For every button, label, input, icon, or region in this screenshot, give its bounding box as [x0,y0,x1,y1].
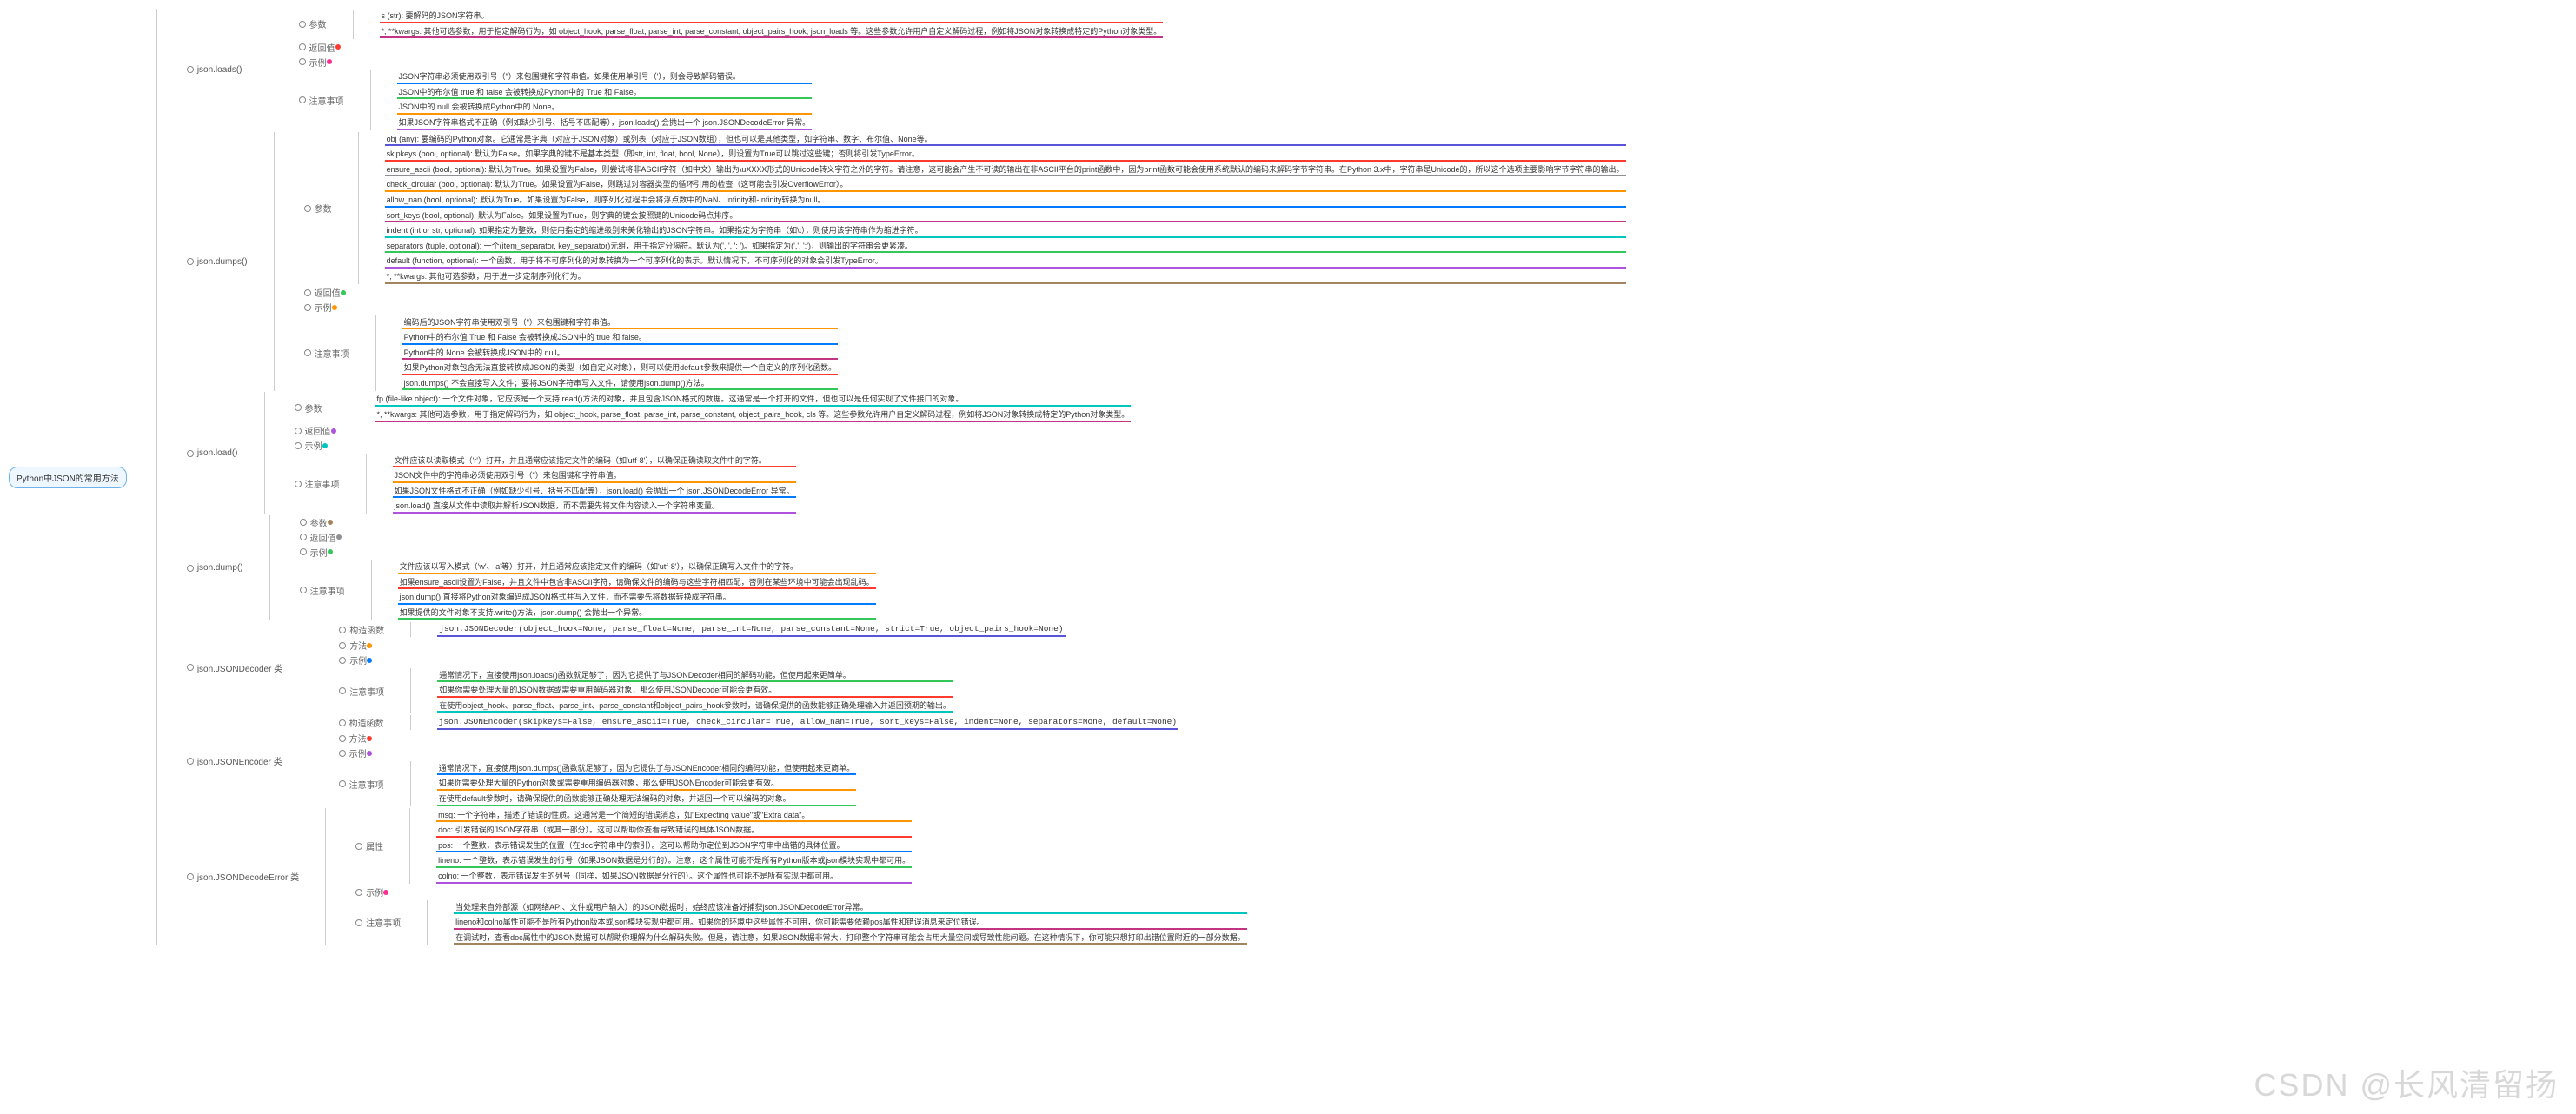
method-dump-label: json.dump() [197,563,243,573]
leaf: default (function, optional): 一个函数，用于将不可… [385,255,1626,269]
leaf: s (str): 要解码的JSON字符串。 [380,10,1164,23]
leaf: 当处理来自外部源（如网络API、文件或用户输入）的JSON数据时，始终应该准备好… [454,901,1247,915]
leaf: Python中的 None 会被转换成JSON中的 null。 [402,347,839,361]
leaf: 如果你需要处理大量的JSON数据或需要重用解码器对象，那么使用JSONDecod… [437,684,953,698]
class-decoder-label: json.JSONDecoder 类 [197,661,282,674]
mindmap-root: Python中JSON的常用方法 json.loads() 参数 s (str)… [9,9,2567,945]
method-loads-label: json.loads() [197,65,242,75]
method-load: json.load() 参数 fp (file-like object): 一个… [183,392,1626,514]
leaf: indent (int or str, optional): 如果指定为整数，则… [385,224,1626,238]
leaf: JSON字符串必须使用双引号（"）来包围键和字符串值。如果使用单引号（'），则会… [397,70,813,84]
class-error-label: json.JSONDecodeError 类 [197,870,299,883]
leaf: JSON文件中的字符串必须使用双引号（"）来包围键和字符串值。 [393,469,796,483]
leaf: 通常情况下，直接使用json.dumps()函数就足够了，因为它提供了与JSON… [437,762,857,776]
leaf: *, **kwargs: 其他可选参数，用于指定解码行为，如 object_ho… [380,25,1164,39]
leaf: 如果JSON字符串格式不正确（例如缺少引号、括号不匹配等），json.loads… [397,116,813,130]
leaf: 如果ensure_ascii设置为False，并且文件中包含非ASCII字符，请… [398,576,876,590]
leaf: lineno: 一个整数，表示错误发生的行号（如果JSON数据是分行的）。注意，… [436,854,912,868]
leaf: *, **kwargs: 其他可选参数，用于指定解码行为，如 object_ho… [375,408,1132,422]
leaf: lineno和colno属性可能不是所有Python版本或json模块实现中都可… [454,916,1247,930]
leaf: doc: 引发错误的JSON字符串（或其一部分）。这可以帮助你查看导致错误的具体… [436,824,912,838]
root-node: Python中JSON的常用方法 [9,467,127,488]
watermark: CSDN @长风清留扬 [2254,1060,2559,1105]
leaf: 如果你需要处理大量的Python对象或需要重用编码器对象，那么使用JSONEnc… [437,777,857,791]
method-dumps: json.dumps() 参数 obj (any): 要编码的Python对象。… [183,132,1626,392]
leaf: 如果提供的文件对象不支持.write()方法，json.dump() 会抛出一个… [398,607,876,620]
leaf: 在使用object_hook、parse_float、parse_int、par… [437,700,953,713]
leaf: Python中的布尔值 True 和 False 会被转换成JSON中的 tru… [402,331,839,345]
leaf: 通常情况下，直接使用json.loads()函数就足够了，因为它提供了与JSON… [437,669,953,683]
leaf: skipkeys (bool, optional): 默认为False。如果字典… [385,148,1626,162]
leaf: pos: 一个整数，表示错误发生的位置（在doc字符串中的索引）。这可以帮助你定… [436,839,912,853]
section-params: 参数 [309,17,327,30]
leaf: *, **kwargs: 其他可选参数，用于进一步定制序列化行为。 [385,270,1626,284]
method-loads: json.loads() 参数 s (str): 要解码的JSON字符串。 *,… [183,9,1626,131]
leaf: allow_nan (bool, optional): 默认为True。如果设置… [385,194,1626,208]
leaf: json.load() 直接从文件中读取并解析JSON数据，而不需要先将文件内容… [393,500,796,514]
section-notes: 注意事项 [309,94,344,107]
leaf: 如果JSON文件格式不正确（例如缺少引号、括号不匹配等），json.load()… [393,485,796,499]
root-children: json.loads() 参数 s (str): 要解码的JSON字符串。 *,… [156,9,1626,945]
leaf: check_circular (bool, optional): 默认为True… [385,178,1626,192]
class-decoder: json.JSONDecoder 类 构造函数 json.JSONDecoder… [183,621,1626,713]
leaf: obj (any): 要编码的Python对象。它通常是字典（对应于JSON对象… [385,133,1626,147]
leaf: fp (file-like object): 一个文件对象，它应该是一个支持.r… [375,393,1132,407]
leaf: json.dumps() 不会直接写入文件；要将JSON字符串写入文件，请使用j… [402,377,839,391]
leaf: ensure_ascii (bool, optional): 默认为True。如… [385,163,1626,177]
method-load-label: json.load() [197,448,238,458]
leaf: JSON中的 null 会被转换成Python中的 None。 [397,101,813,115]
section-return: 返回值 [309,41,335,54]
leaf: 编码后的JSON字符串使用双引号（"）来包围键和字符串值。 [402,316,839,330]
leaf: 文件应该以读取模式（'r'）打开，并且通常应该指定文件的编码（如'utf-8'）… [393,454,796,468]
leaf: 在调试时，查看doc属性中的JSON数据可以帮助你理解为什么解码失败。但是，请注… [454,932,1247,945]
leaf: 如果Python对象包含无法直接转换成JSON的类型（如自定义对象），则可以使用… [402,361,839,375]
leaf: 在使用default参数时，请确保提供的函数能够正确处理无法编码的对象，并返回一… [437,792,857,806]
leaf: json.dump() 直接将Python对象编码成JSON格式并写入文件，而不… [398,591,876,605]
class-decode-error: json.JSONDecodeError 类 属性 msg: 一个字符串，描述了… [183,808,1626,946]
section-example: 示例 [309,56,327,69]
method-dump: json.dump() 参数 返回值 示例 注意事项 文件应该以写入模式（'w'… [183,515,1626,620]
leaf: JSON中的布尔值 true 和 false 会被转换成Python中的 Tru… [397,86,813,100]
leaf: msg: 一个字符串，描述了错误的性质。这通常是一个简短的错误消息，如"Expe… [436,809,912,823]
method-dumps-label: json.dumps() [197,257,248,267]
leaf: sort_keys (bool, optional): 默认为False。如果设… [385,209,1626,223]
class-encoder: json.JSONEncoder 类 构造函数 json.JSONEncoder… [183,714,1626,806]
leaf-code: json.JSONDecoder(object_hook=None, parse… [437,622,1065,636]
class-encoder-label: json.JSONEncoder 类 [197,754,282,767]
leaf: separators (tuple, optional): 一个(item_se… [385,240,1626,254]
leaf-code: json.JSONEncoder(skipkeys=False, ensure_… [437,715,1178,729]
leaf: 文件应该以写入模式（'w'、'a'等）打开，并且通常应该指定文件的编码（如'ut… [398,560,876,574]
leaf: colno: 一个整数，表示错误发生的列号（同样，如果JSON数据是分行的）。这… [436,870,912,884]
